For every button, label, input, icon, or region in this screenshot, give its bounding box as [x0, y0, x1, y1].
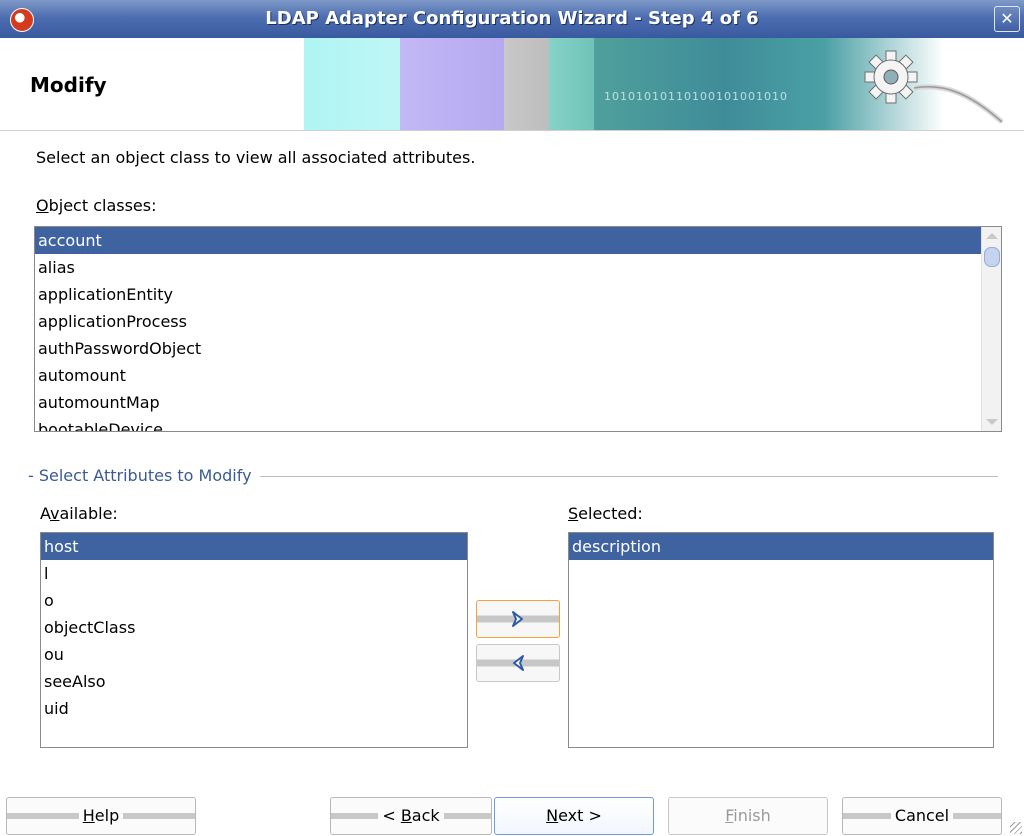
object-classes-list[interactable]: account alias applicationEntity applicat…	[34, 226, 1002, 432]
section-header: - Select Attributes to Modify	[28, 466, 998, 486]
object-classes-label-text: bject classes:	[48, 196, 157, 215]
available-label-text: ailable:	[59, 504, 118, 523]
list-item[interactable]: account	[35, 227, 981, 254]
cable-plug-icon	[914, 84, 1004, 124]
chevron-right-icon	[512, 611, 523, 627]
list-item[interactable]: automount	[35, 362, 981, 389]
gear-icon	[864, 50, 918, 104]
section-title: - Select Attributes to Modify	[28, 466, 260, 485]
back-button-accelerator: B	[400, 806, 412, 825]
scroll-up-icon[interactable]	[986, 233, 998, 239]
list-item[interactable]: uid	[41, 695, 467, 722]
object-classes-label-accelerator: O	[36, 196, 49, 215]
list-item[interactable]: objectClass	[41, 614, 467, 641]
window-title: LDAP Adapter Configuration Wizard - Step…	[265, 8, 759, 29]
list-item[interactable]: alias	[35, 254, 981, 281]
available-label: Available:	[40, 504, 118, 523]
wizard-header: Modify 10101010110100101001010	[0, 38, 1024, 131]
banner-digits: 10101010110100101001010	[604, 90, 788, 103]
object-classes-scrollbar[interactable]	[981, 227, 1001, 431]
window-title-bar[interactable]: LDAP Adapter Configuration Wizard - Step…	[0, 0, 1024, 39]
header-banner-image: 10101010110100101001010	[304, 38, 1024, 130]
resize-grip-icon[interactable]	[1010, 822, 1022, 834]
selected-label: Selected:	[568, 504, 643, 523]
help-button-label: elp	[94, 806, 120, 825]
finish-button: Finish	[668, 797, 828, 835]
list-item[interactable]: ou	[41, 641, 467, 668]
chevron-left-icon	[513, 655, 524, 671]
remove-attribute-button[interactable]	[476, 644, 560, 682]
cancel-button-label: Cancel	[890, 806, 954, 825]
available-attributes-list[interactable]: host l o objectClass ou seeAlso uid	[40, 532, 468, 748]
back-button[interactable]: < Back	[330, 797, 492, 835]
next-button[interactable]: Next >	[494, 797, 654, 835]
list-item[interactable]: o	[41, 587, 467, 614]
list-item[interactable]: description	[569, 533, 993, 560]
available-label-prefix: A	[40, 504, 51, 523]
next-button-accelerator: N	[546, 806, 559, 825]
add-attribute-button[interactable]	[476, 600, 560, 638]
list-item[interactable]: automountMap	[35, 389, 981, 416]
object-classes-label: Object classes:	[36, 196, 156, 215]
list-item[interactable]: applicationProcess	[35, 308, 981, 335]
close-icon: ✕	[1000, 9, 1014, 28]
list-item[interactable]: authPasswordObject	[35, 335, 981, 362]
finish-button-label: inish	[733, 806, 771, 825]
list-item[interactable]: host	[41, 533, 467, 560]
list-item[interactable]: l	[41, 560, 467, 587]
list-item[interactable]: bootableDevice	[35, 416, 981, 431]
list-item[interactable]: applicationEntity	[35, 281, 981, 308]
scroll-thumb[interactable]	[984, 247, 1000, 267]
back-button-label: ack	[411, 806, 440, 825]
list-item[interactable]: seeAlso	[41, 668, 467, 695]
back-button-prefix: <	[382, 806, 401, 825]
close-button[interactable]: ✕	[994, 6, 1020, 32]
help-button-accelerator: H	[82, 806, 95, 825]
cancel-button[interactable]: Cancel	[842, 797, 1002, 835]
instruction-text: Select an object class to view all assoc…	[36, 148, 476, 167]
selected-label-accelerator: S	[568, 504, 579, 523]
selected-attributes-list[interactable]: description	[568, 532, 994, 748]
scroll-down-icon[interactable]	[986, 419, 998, 425]
help-button[interactable]: Help	[6, 797, 196, 835]
next-button-label: ext >	[558, 806, 602, 825]
selected-label-text: elected:	[578, 504, 643, 523]
page-title: Modify	[30, 73, 107, 97]
